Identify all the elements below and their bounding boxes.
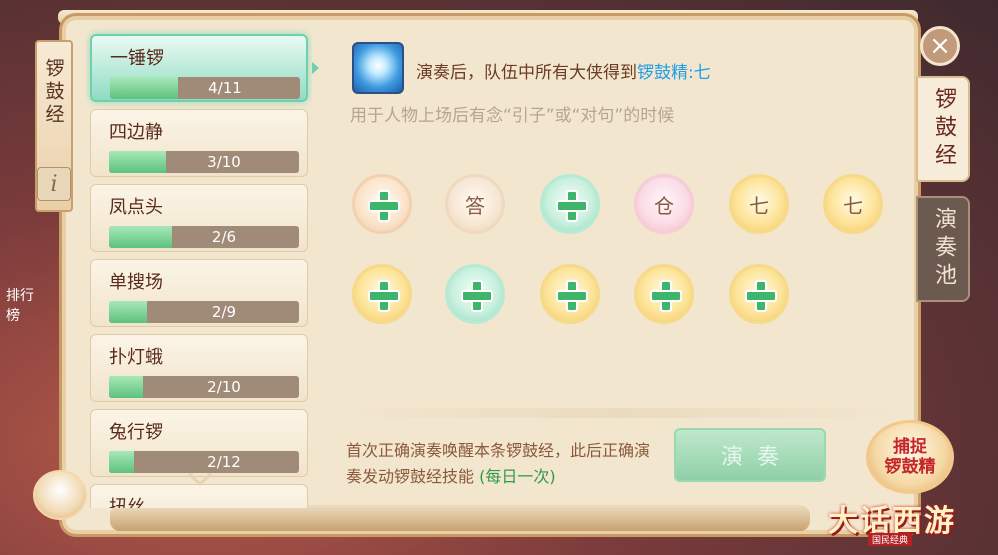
plus-icon: [745, 280, 777, 312]
skill-effect-prefix: 演奏后，队伍中所有大侠得到: [416, 63, 637, 83]
event-line-1: 捕捉: [893, 437, 927, 457]
unlock-note-daily: (每日一次): [479, 467, 556, 486]
song-progress-bar: 3/10: [109, 151, 299, 173]
song-item[interactable]: 单搜场 2/9: [90, 259, 308, 327]
song-progress-bar: 2/9: [109, 301, 299, 323]
song-name: 一锤锣: [110, 48, 164, 69]
chevron-down-icon[interactable]: [186, 470, 214, 490]
song-item[interactable]: 兔行锣 2/12: [90, 409, 308, 477]
content-divider: [340, 408, 900, 418]
song-item[interactable]: 四边静 3/10: [90, 109, 308, 177]
song-list[interactable]: 一锤锣 4/11 四边静 3/10 凤点头 2/6 单搜场 2/9 扑灯蛾 2/…: [86, 28, 312, 508]
drum-orb-icon[interactable]: [33, 470, 87, 520]
song-item[interactable]: 一锤锣 4/11: [90, 34, 308, 102]
beat-token-label: 仓: [654, 193, 674, 218]
song-progress-bar: 4/11: [110, 77, 300, 99]
song-name: 扑灯蛾: [109, 347, 163, 368]
beat-token-label: 七: [749, 193, 769, 218]
song-item[interactable]: 扑灯蛾 2/10: [90, 334, 308, 402]
song-progress-text: 2/6: [211, 228, 237, 246]
beat-token[interactable]: 七: [729, 174, 789, 234]
song-progress-text: 2/10: [207, 378, 241, 396]
beat-token[interactable]: 答: [445, 174, 505, 234]
panel-scroll-title: 锣鼓经: [42, 58, 65, 127]
song-name: 单搜场: [109, 272, 163, 293]
tab-performance-pool[interactable]: 演奏池: [916, 196, 970, 302]
song-name: 凤点头: [109, 197, 163, 218]
plus-icon: [556, 280, 588, 312]
beat-token-slot[interactable]: [729, 264, 789, 324]
beat-token-slot[interactable]: [540, 174, 600, 234]
close-icon[interactable]: ×: [920, 26, 960, 66]
catch-gong-spirit-event-button[interactable]: 捕捉 锣鼓精: [866, 420, 954, 494]
skill-effect-text: 演奏后，队伍中所有大侠得到锣鼓精:七: [416, 58, 711, 83]
unlock-note: 首次正确演奏唤醒本条锣鼓经，此后正确演奏发动锣鼓经技能 (每日一次): [346, 438, 656, 490]
beat-token-slot[interactable]: [352, 264, 412, 324]
plus-icon: [368, 280, 400, 312]
beat-token-slot[interactable]: [445, 264, 505, 324]
beat-token-slot[interactable]: [540, 264, 600, 324]
song-item[interactable]: 凤点头 2/6: [90, 184, 308, 252]
song-progress-bar: 2/6: [109, 226, 299, 248]
skill-effect-highlight: 锣鼓精:七: [637, 63, 711, 83]
gong-spirit-icon: [352, 42, 404, 94]
song-progress-text: 4/11: [208, 79, 242, 97]
selected-arrow-icon: [312, 62, 319, 74]
tab-performance-pool-label: 演奏池: [931, 207, 956, 291]
play-button[interactable]: 演奏: [674, 428, 826, 482]
song-name: 兔行锣: [109, 422, 163, 443]
tab-gong-scores[interactable]: 锣鼓经: [916, 76, 970, 182]
event-line-2: 锣鼓精: [884, 457, 936, 477]
plus-icon: [461, 280, 493, 312]
song-progress-bar: 2/10: [109, 376, 299, 398]
beat-token-label: 答: [465, 193, 485, 218]
song-name: 四边静: [109, 122, 163, 143]
logo-subtitle: 国民经典: [868, 533, 913, 546]
beat-token[interactable]: 仓: [634, 174, 694, 234]
plus-icon: [650, 280, 682, 312]
panel-bottom-rail: [110, 505, 810, 531]
plus-icon: [368, 190, 400, 222]
game-logo: 大话西游 国民经典: [824, 496, 974, 546]
ranking-label[interactable]: 排行榜: [6, 285, 40, 325]
beat-token-slot[interactable]: [634, 264, 694, 324]
song-progress-text: 3/10: [207, 153, 241, 171]
plus-icon: [556, 190, 588, 222]
tab-gong-scores-label: 锣鼓经: [931, 87, 956, 171]
skill-description: 用于人物上场后有念“引子”或“对句”的时候: [350, 106, 675, 126]
song-name: 扭丝: [109, 497, 145, 508]
info-icon[interactable]: i: [37, 167, 71, 201]
beat-token-slot[interactable]: [352, 174, 412, 234]
song-progress-text: 2/9: [211, 303, 237, 321]
left-hud: 排行榜: [0, 60, 40, 324]
beat-token[interactable]: 七: [823, 174, 883, 234]
beat-token-label: 七: [843, 193, 863, 218]
